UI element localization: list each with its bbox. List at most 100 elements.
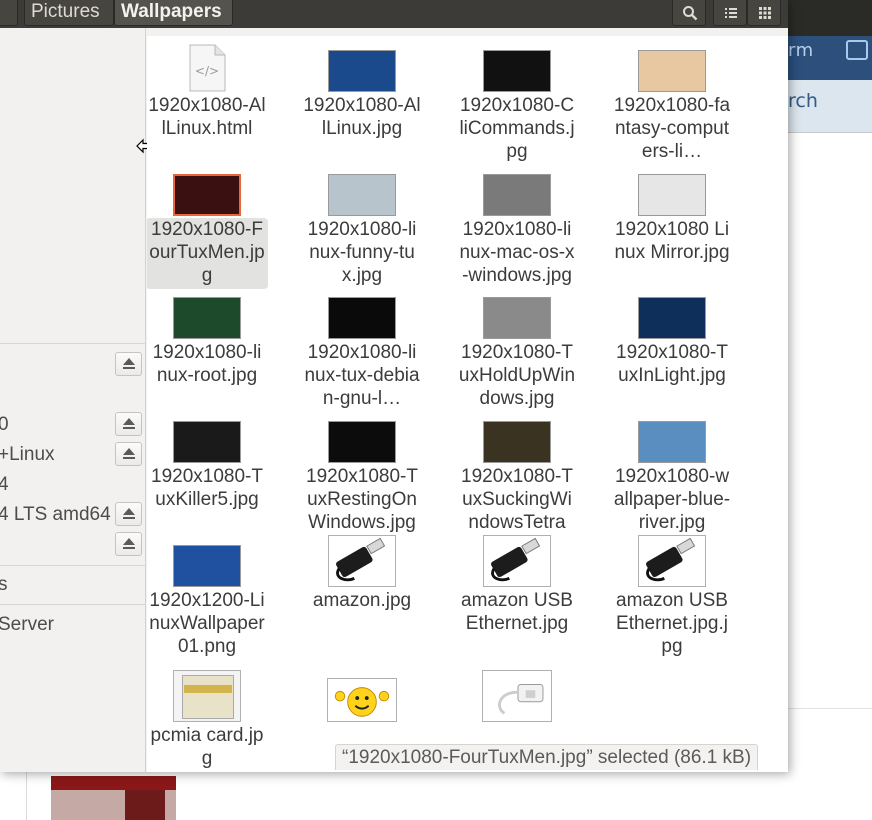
list-view-button[interactable] — [713, 0, 747, 26]
file-item[interactable]: 1920x1080-AllLinux.jpg — [301, 36, 423, 140]
eject-icon — [123, 448, 135, 455]
background-titlebar — [788, 0, 872, 36]
background-window: rm rch — [788, 0, 872, 820]
breadcrumb-current[interactable]: Wallpapers — [114, 0, 233, 26]
file-item[interactable]: 1920x1200-LinuxWallpaper01.png — [147, 531, 268, 658]
image-thumbnail — [611, 531, 733, 589]
sidebar-item-label[interactable]: 0 — [0, 414, 9, 436]
file-item-selected[interactable]: 1920x1080-FourTuxMen.jpg — [147, 160, 268, 289]
sidebar-item-label[interactable]: s — [0, 574, 8, 596]
file-item[interactable]: </> 1920x1080-AllLinux.html — [147, 36, 268, 140]
image-thumbnail — [301, 407, 423, 465]
image-thumbnail — [456, 407, 578, 465]
file-item[interactable]: amazon.jpg — [301, 531, 423, 612]
image-thumbnail — [456, 531, 578, 589]
eject-icon — [123, 538, 135, 545]
sidebar-separator — [0, 604, 146, 605]
sidebar-item-label[interactable]: Server — [0, 614, 54, 636]
image-thumbnail — [611, 160, 733, 218]
file-name: 1920x1080-AllLinux.jpg — [303, 95, 421, 139]
file-item[interactable]: 1920x1080-fantasy-computers-li… — [611, 36, 733, 163]
file-item[interactable] — [456, 666, 578, 724]
file-item[interactable]: 1920x1080-linux-funny-tux.jpg — [301, 160, 423, 287]
chat-icon — [846, 40, 868, 60]
eject-button[interactable] — [115, 412, 142, 436]
header-bar: Pictures Wallpapers — [0, 0, 788, 28]
sidebar: 0 +Linux 4 4 LTS amd64 s Server — [0, 28, 146, 772]
file-name: pcmia card.jpg — [150, 725, 264, 769]
breadcrumb-home[interactable] — [0, 0, 18, 26]
eject-icon-bar — [123, 367, 135, 369]
file-name: 1920x1080-linux-mac-os-x-windows.jpg — [459, 219, 575, 286]
file-grid[interactable]: </> 1920x1080-AllLinux.html 1920x1080-AllL… — [147, 36, 788, 772]
file-item[interactable]: amazon USB Ethernet.jpg — [456, 531, 578, 635]
image-thumbnail — [611, 407, 733, 465]
image-thumbnail — [301, 283, 423, 341]
sidebar-separator — [0, 343, 146, 344]
sidebar-item-label[interactable]: 4 LTS amd64 — [0, 504, 111, 526]
image-thumbnail — [456, 283, 578, 341]
image-thumbnail — [456, 666, 578, 724]
list-view-icon — [725, 8, 737, 18]
image-thumbnail — [301, 160, 423, 218]
file-item[interactable]: 1920x1080-wallpaper-blue-river.jpg — [611, 407, 733, 534]
background-image-fill — [125, 790, 165, 820]
file-item[interactable] — [301, 666, 423, 724]
background-divider — [788, 708, 872, 709]
file-item[interactable]: pcmia card.jpg — [147, 666, 268, 770]
eject-icon-bar — [123, 517, 135, 519]
file-name: 1920x1080-fantasy-computers-li… — [613, 95, 731, 162]
file-item[interactable]: 1920x1080-TuxInLight.jpg — [611, 283, 733, 387]
eject-button[interactable] — [115, 532, 142, 556]
sidebar-item-label[interactable]: 4 — [0, 474, 9, 496]
file-item[interactable]: 1920x1080-TuxKiller5.jpg — [147, 407, 268, 511]
file-item[interactable]: 1920x1080-linux-mac-os-x-windows.jpg — [456, 160, 578, 287]
file-name: amazon.jpg — [312, 590, 412, 611]
eject-icon — [123, 358, 135, 365]
file-name: 1920x1080-TuxInLight.jpg — [616, 342, 728, 386]
file-name: 1920x1080-FourTuxMen.jpg — [147, 218, 268, 289]
image-thumbnail — [611, 283, 733, 341]
file-item[interactable]: amazon USB Ethernet.jpg.jpg — [611, 531, 733, 658]
status-overlay: “1920x1080-FourTuxMen.jpg” selected (86.… — [335, 744, 759, 770]
background-divider — [788, 132, 872, 133]
file-name: 1920x1200-LinuxWallpaper01.png — [149, 590, 265, 657]
background-image-thumbnail — [51, 776, 176, 820]
file-item[interactable]: 1920x1080-linux-tux-debian-gnu-l… — [301, 283, 423, 410]
file-manager-window: Pictures Wallpapers 0 +Linux 4 4 LTS amd… — [0, 0, 788, 772]
search-button[interactable] — [672, 0, 706, 26]
file-name: 1920x1080-TuxKiller5.jpg — [151, 466, 263, 510]
image-thumbnail — [456, 36, 578, 94]
image-thumbnail — [147, 160, 268, 218]
grid-view-icon — [759, 7, 771, 19]
background-divider — [26, 772, 27, 820]
eject-button[interactable] — [115, 352, 142, 376]
image-thumbnail — [147, 283, 268, 341]
file-name: 1920x1080-TuxHoldUpWindows.jpg — [458, 342, 576, 409]
file-name: 1920x1080-linux-tux-debian-gnu-l… — [304, 342, 420, 409]
eject-icon — [123, 418, 135, 425]
html-file-icon: </> — [147, 36, 268, 94]
grid-view-button[interactable] — [747, 0, 781, 26]
file-item[interactable]: 1920x1080-TuxRestingOnWindows.jpg — [301, 407, 423, 534]
file-name: 1920x1080-linux-root.jpg — [152, 342, 262, 386]
file-item[interactable]: 1920x1080-linux-root.jpg — [147, 283, 268, 387]
eject-button[interactable] — [115, 442, 142, 466]
image-thumbnail — [301, 36, 423, 94]
file-name: 1920x1080-wallpaper-blue-river.jpg — [613, 466, 731, 533]
image-thumbnail — [147, 531, 268, 589]
image-thumbnail — [147, 666, 268, 724]
breadcrumb-pictures[interactable]: Pictures — [24, 0, 114, 26]
sidebar-item-label[interactable]: +Linux — [0, 444, 55, 466]
file-item[interactable]: 1920x1080 Linux Mirror.jpg — [611, 160, 733, 264]
file-item[interactable]: 1920x1080-CliCommands.jpg — [456, 36, 578, 163]
image-thumbnail — [611, 36, 733, 94]
background-search-text: rch — [788, 90, 818, 112]
background-terminal-text: rm — [788, 40, 814, 61]
file-name: amazon USB Ethernet.jpg.jpg — [616, 590, 728, 657]
eject-button[interactable] — [115, 502, 142, 526]
file-item[interactable]: 1920x1080-TuxHoldUpWindows.jpg — [456, 283, 578, 410]
sidebar-separator — [0, 565, 146, 566]
file-name: 1920x1080-TuxRestingOnWindows.jpg — [306, 466, 418, 533]
file-name: amazon USB Ethernet.jpg — [461, 590, 573, 634]
